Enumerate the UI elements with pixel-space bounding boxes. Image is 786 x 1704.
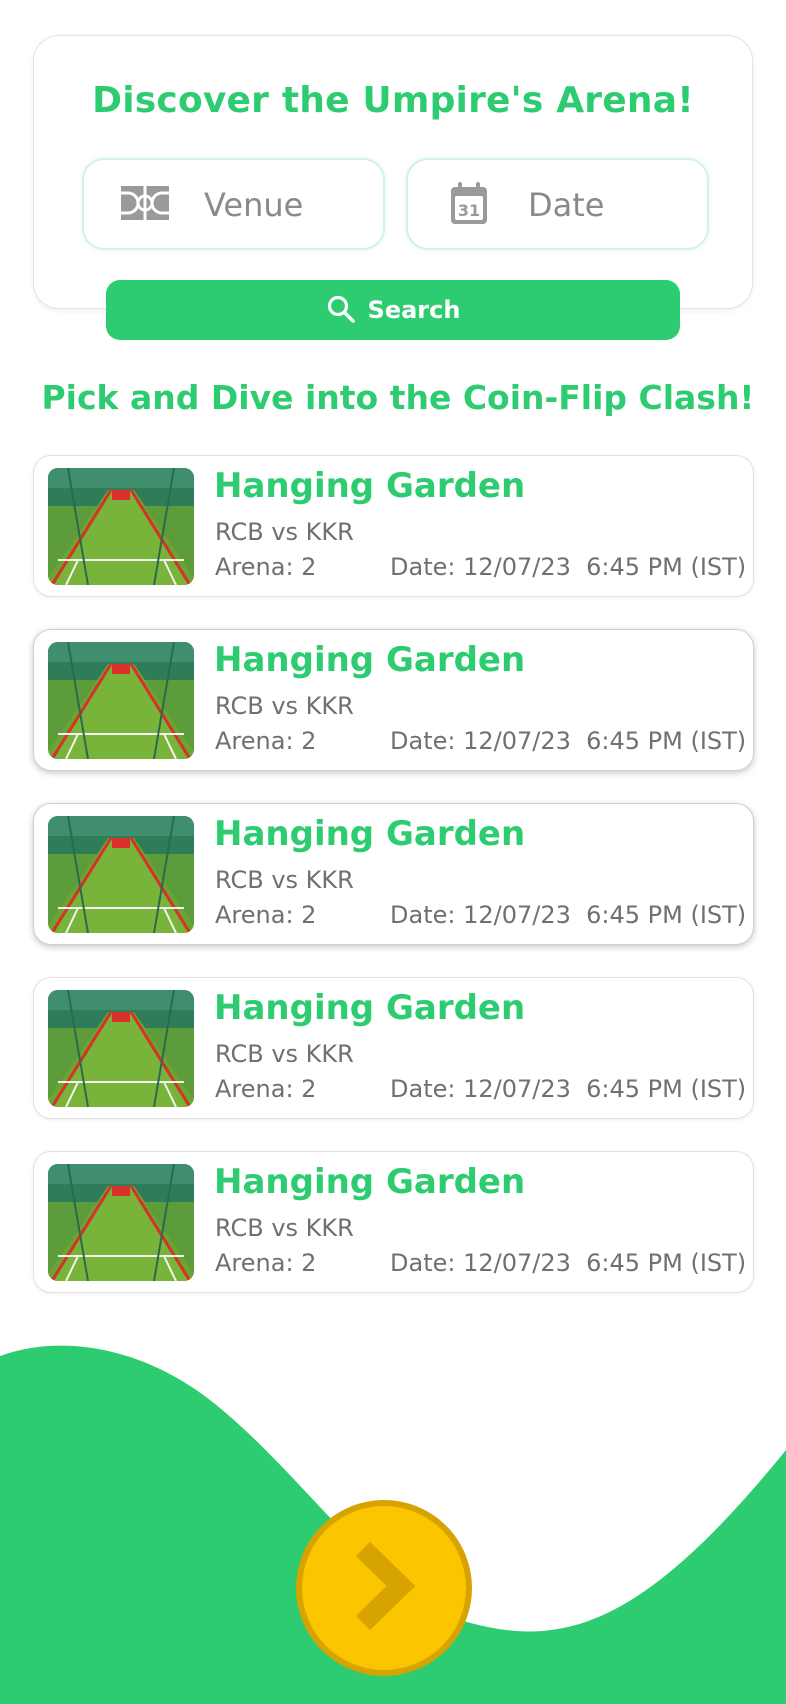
search-button[interactable]: Search [106,280,680,340]
match-arena: Arena: 2 [215,553,317,581]
match-datetime: Date: 12/07/23 6:45 PM (IST) [390,727,747,755]
match-card[interactable]: Hanging Garden RCB vs KKR Arena: 2 Date:… [33,629,754,771]
venue-thumbnail [48,990,194,1107]
svg-text:31: 31 [458,201,480,220]
page: Discover the Umpire's Arena! 31 [0,0,786,1704]
venue-field[interactable] [82,158,385,250]
search-button-label: Search [367,296,461,324]
match-card[interactable]: Hanging Garden RCB vs KKR Arena: 2 Date:… [33,977,754,1119]
venue-input[interactable] [204,180,374,230]
venue-name: Hanging Garden [214,640,526,680]
match-datetime: Date: 12/07/23 6:45 PM (IST) [390,1249,747,1277]
venue-thumbnail [48,816,194,933]
match-teams: RCB vs KKR [215,866,354,894]
venue-thumbnail [48,1164,194,1281]
next-button[interactable] [296,1500,472,1676]
calendar-icon: 31 [450,181,488,229]
match-arena: Arena: 2 [215,727,317,755]
stadium-field-icon [120,184,170,226]
match-datetime: Date: 12/07/23 6:45 PM (IST) [390,553,747,581]
match-teams: RCB vs KKR [215,692,354,720]
match-teams: RCB vs KKR [215,1040,354,1068]
match-arena: Arena: 2 [215,1075,317,1103]
match-arena: Arena: 2 [215,901,317,929]
match-datetime: Date: 12/07/23 6:45 PM (IST) [390,1075,747,1103]
match-card[interactable]: Hanging Garden RCB vs KKR Arena: 2 Date:… [33,1151,754,1293]
venue-name: Hanging Garden [214,988,526,1028]
search-title: Discover the Umpire's Arena! [92,80,694,121]
match-teams: RCB vs KKR [215,1214,354,1242]
venue-thumbnail [48,642,194,759]
match-arena: Arena: 2 [215,1249,317,1277]
chevron-right-icon [349,1541,419,1635]
venue-thumbnail [48,468,194,585]
date-input[interactable] [528,180,698,230]
match-card[interactable]: Hanging Garden RCB vs KKR Arena: 2 Date:… [33,803,754,945]
venue-name: Hanging Garden [214,466,526,506]
venue-name: Hanging Garden [214,1162,526,1202]
match-datetime: Date: 12/07/23 6:45 PM (IST) [390,901,747,929]
venue-name: Hanging Garden [214,814,526,854]
section-title: Pick and Dive into the Coin-Flip Clash! [41,378,755,417]
search-icon [326,294,356,327]
date-field[interactable]: 31 [406,158,709,250]
match-card[interactable]: Hanging Garden RCB vs KKR Arena: 2 Date:… [33,455,754,597]
match-teams: RCB vs KKR [215,518,354,546]
